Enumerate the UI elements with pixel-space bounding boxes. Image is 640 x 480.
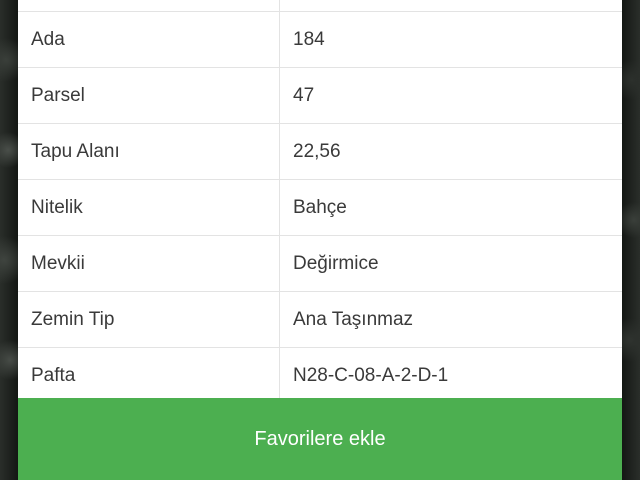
parcel-info-table: Ada 184 Parsel 47 Tapu Alanı 22,56 Nitel… xyxy=(18,0,622,404)
row-label: Tapu Alanı xyxy=(18,123,280,180)
row-label: Ada xyxy=(18,11,280,68)
table-row: Mevkii Değirmice xyxy=(18,235,622,292)
row-value: Değirmice xyxy=(279,235,622,292)
row-value: Bahçe xyxy=(279,179,622,236)
row-label: Mevkii xyxy=(18,235,280,292)
add-to-favorites-button[interactable]: Favorilere ekle xyxy=(18,398,622,480)
parcel-info-panel: Ada 184 Parsel 47 Tapu Alanı 22,56 Nitel… xyxy=(18,0,622,404)
row-value: 22,56 xyxy=(279,123,622,180)
row-value: Ana Taşınmaz xyxy=(279,291,622,348)
row-label: Zemin Tip xyxy=(18,291,280,348)
row-value xyxy=(279,0,622,12)
table-row xyxy=(18,0,622,12)
row-label: Pafta xyxy=(18,347,280,404)
table-row: Parsel 47 xyxy=(18,67,622,124)
row-value: N28-C-08-A-2-D-1 xyxy=(279,347,622,404)
table-row: Nitelik Bahçe xyxy=(18,179,622,236)
table-row: Ada 184 xyxy=(18,11,622,68)
row-value: 47 xyxy=(279,67,622,124)
add-to-favorites-label: Favorilere ekle xyxy=(254,427,386,450)
table-row: Zemin Tip Ana Taşınmaz xyxy=(18,291,622,348)
row-label xyxy=(18,0,280,12)
table-row: Tapu Alanı 22,56 xyxy=(18,123,622,180)
row-label: Nitelik xyxy=(18,179,280,236)
row-label: Parsel xyxy=(18,67,280,124)
table-row: Pafta N28-C-08-A-2-D-1 xyxy=(18,347,622,404)
row-value: 184 xyxy=(279,11,622,68)
